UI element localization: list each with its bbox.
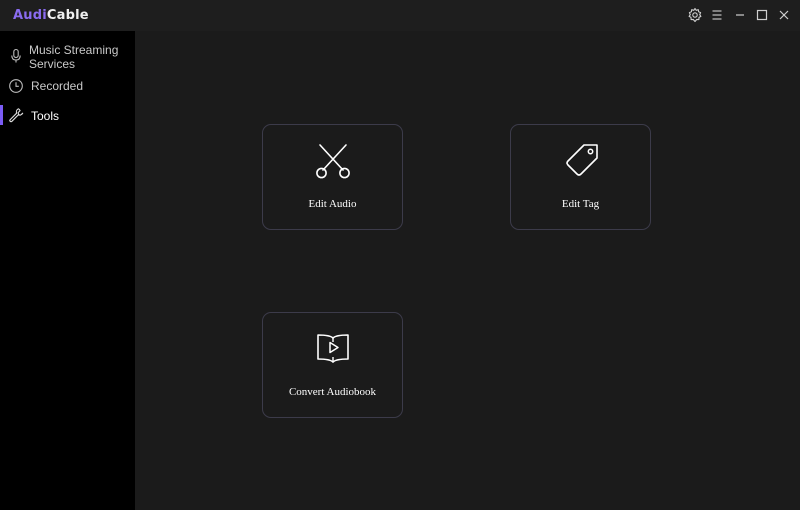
maximize-icon xyxy=(756,9,768,21)
minimize-button[interactable] xyxy=(731,6,749,24)
app-logo: AudiCable xyxy=(13,8,89,23)
menu-button[interactable] xyxy=(708,6,726,24)
title-bar: AudiCable xyxy=(0,0,800,32)
book-play-icon xyxy=(316,334,349,363)
wrench-icon xyxy=(8,107,24,123)
minimize-icon xyxy=(736,14,744,16)
settings-button[interactable] xyxy=(686,6,704,24)
active-indicator xyxy=(0,105,3,125)
sidebar-item-music-streaming-services[interactable]: Music Streaming Services xyxy=(0,41,135,71)
convert-audiobook-label: Convert Audiobook xyxy=(288,386,377,398)
edit-audio-card[interactable]: Edit Audio xyxy=(262,124,403,230)
sidebar: Music Streaming Services Recorded Tools xyxy=(0,31,135,510)
gear-icon xyxy=(688,7,702,23)
edit-tag-label: Edit Tag xyxy=(561,198,600,210)
sidebar-item-recorded[interactable]: Recorded xyxy=(0,77,135,95)
sidebar-item-label: Services xyxy=(29,57,76,71)
maximize-button[interactable] xyxy=(753,6,771,24)
menu-icon xyxy=(712,10,722,20)
sidebar-item-label: Recorded xyxy=(31,79,84,93)
edit-audio-label: Edit Audio xyxy=(308,198,357,210)
close-button[interactable] xyxy=(775,6,793,24)
sidebar-item-label: Music Streaming xyxy=(29,43,119,57)
sidebar-item-label: Tools xyxy=(31,109,60,123)
edit-tag-card[interactable]: Edit Tag xyxy=(510,124,651,230)
microphone-icon xyxy=(8,48,24,64)
sidebar-item-tools[interactable]: Tools xyxy=(0,105,135,125)
main-content: Edit Audio Edit Tag Convert Audiobook xyxy=(135,31,800,510)
convert-audiobook-card[interactable]: Convert Audiobook xyxy=(262,312,403,418)
close-icon xyxy=(779,10,789,20)
scissors-icon xyxy=(315,144,350,179)
tag-icon xyxy=(565,144,598,176)
clock-icon xyxy=(8,78,24,94)
